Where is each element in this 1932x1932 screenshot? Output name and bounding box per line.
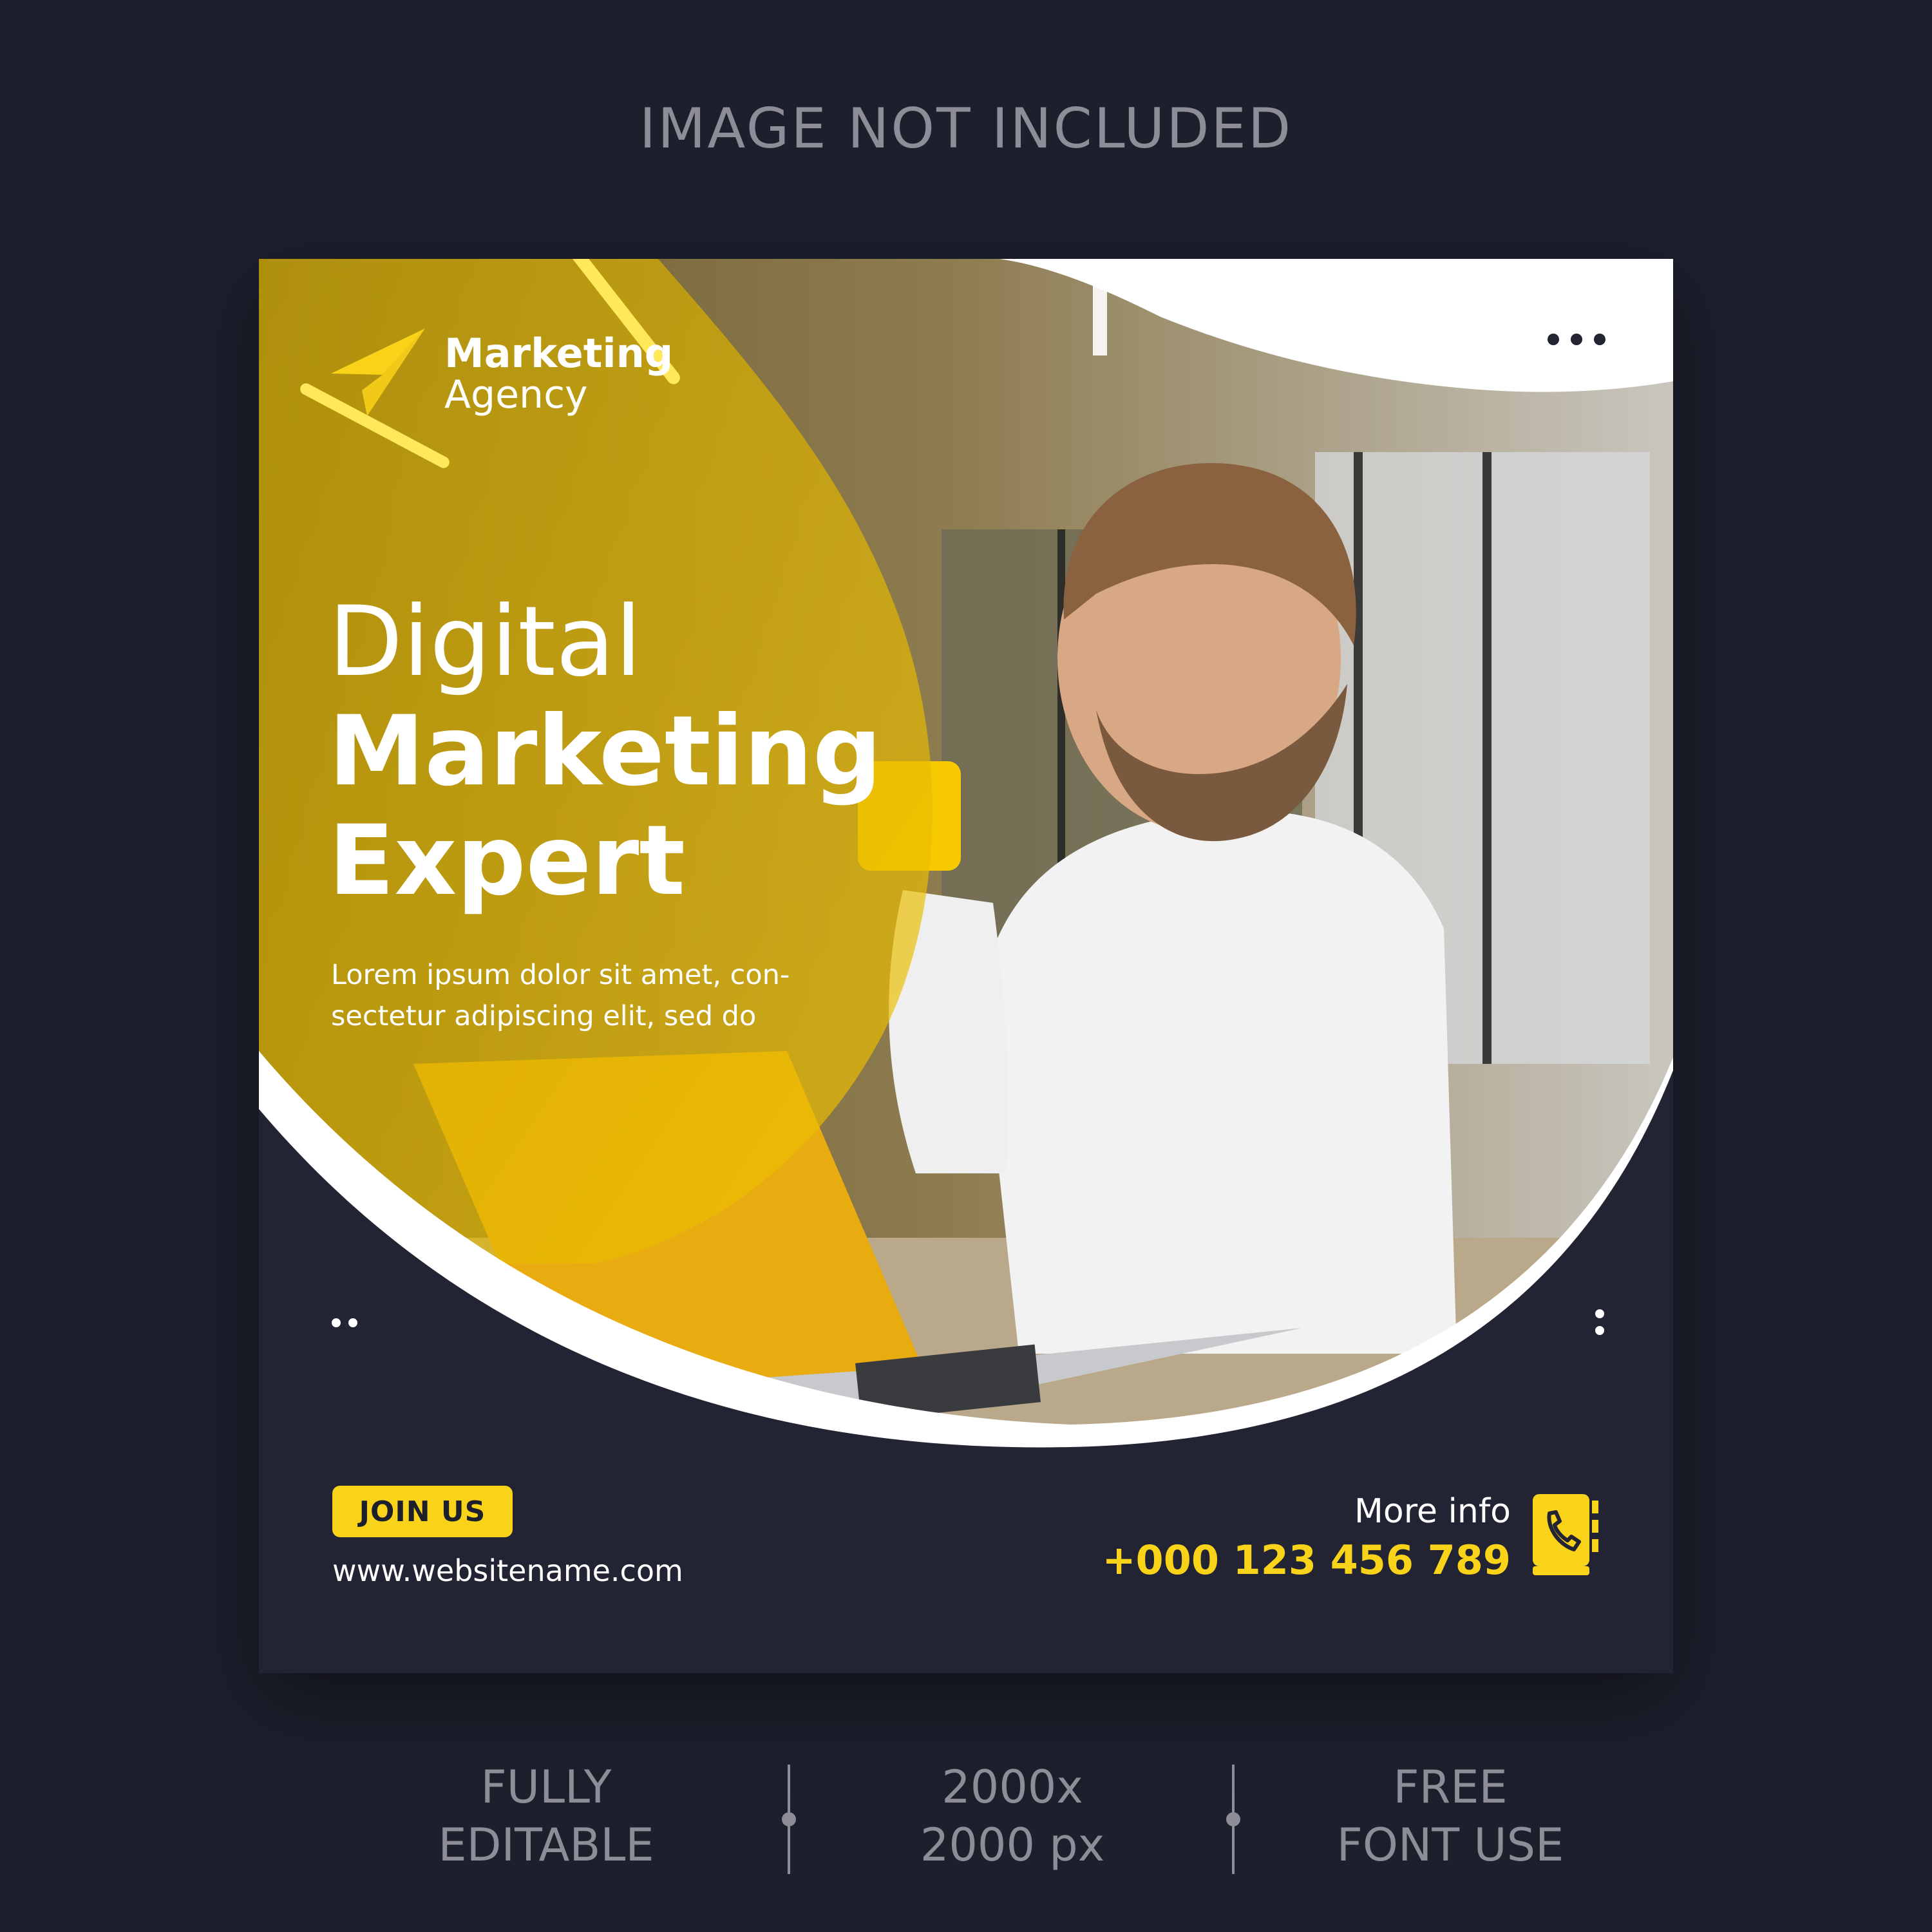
join-us-button[interactable]: JOIN US <box>332 1486 513 1537</box>
decorative-dots-vertical-icon <box>1595 1309 1604 1335</box>
feature-line2: EDITABLE <box>438 1819 654 1871</box>
social-media-post-card: Marketing Agency Digital Marketing Exper… <box>259 259 1673 1673</box>
feature-resolution: 2000x 2000 px <box>845 1758 1180 1874</box>
image-not-included-banner: IMAGE NOT INCLUDED <box>639 97 1293 161</box>
brand-name-line2: Agency <box>444 372 588 417</box>
headline: Digital Marketing Expert <box>328 587 882 916</box>
headline-line2: Marketing <box>328 696 882 808</box>
more-options-icon[interactable] <box>1546 330 1607 349</box>
feature-line1: 2000x <box>942 1761 1083 1814</box>
feature-line1: FULLY <box>480 1761 612 1814</box>
phone-number[interactable]: +000 123 456 789 <box>1103 1537 1511 1584</box>
brand-name-line1: Marketing <box>444 330 674 377</box>
feature-free-font: FREE FONT USE <box>1283 1758 1618 1874</box>
feature-line2: FONT USE <box>1336 1819 1564 1871</box>
description-line1: Lorem ipsum dolor sit amet, con- <box>331 959 790 991</box>
more-info-label: More info <box>1354 1492 1511 1531</box>
phone-book-icon <box>1533 1494 1598 1575</box>
decorative-dots-icon <box>332 1318 357 1327</box>
feature-line2: 2000 px <box>920 1819 1105 1871</box>
description-line2: sectetur adipiscing elit, sed do <box>331 1000 757 1032</box>
feature-fully-editable: FULLY EDITABLE <box>379 1758 714 1874</box>
separator <box>1226 1765 1240 1874</box>
website-link[interactable]: www.websitename.com <box>332 1553 683 1588</box>
paper-plane-icon <box>331 328 425 416</box>
headline-line1: Digital <box>328 586 642 698</box>
headline-line3: Expert <box>328 805 686 917</box>
feature-line1: FREE <box>1393 1761 1508 1814</box>
separator <box>782 1765 796 1874</box>
description: Lorem ipsum dolor sit amet, con- sectetu… <box>331 954 885 1037</box>
